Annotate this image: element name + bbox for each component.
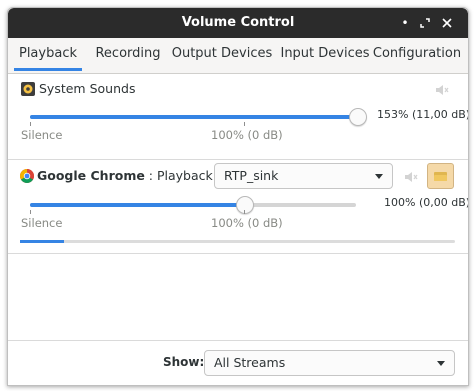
stream-separator: : Playback [144,168,217,183]
titlebar: Volume Control • [8,8,468,38]
volume-slider-fill [30,203,244,207]
close-button[interactable] [439,15,455,31]
tab-input-devices[interactable]: Input Devices [276,38,374,71]
scale-min-label: Silence [21,216,63,230]
mute-icon[interactable] [435,83,449,97]
tab-bar: Playback Recording Output Devices Input … [8,38,468,74]
system-sounds-icon [21,82,35,96]
chevron-down-icon [437,361,445,366]
close-icon [442,18,452,28]
scale-mid-label: 100% (0 dB) [211,128,283,142]
output-device-value: RTP_sink [224,168,279,183]
show-filter-select[interactable]: All Streams [204,350,455,376]
stream-title: Google Chrome : Playback on [37,168,232,183]
scale-tick-min [30,122,31,126]
scale-min-label: Silence [21,128,63,142]
footer-bar: Show: All Streams [8,340,468,385]
scale-tick-100 [243,122,245,126]
tab-playback[interactable]: Playback [14,38,82,71]
volume-slider-fill [30,115,357,119]
volume-slider-handle[interactable] [235,196,254,214]
volume-slider-handle[interactable] [349,108,367,126]
maximize-icon [420,18,430,28]
volume-readout: 100% (0,00 dB) [384,196,469,209]
volume-readout: 153% (11,00 dB) [377,108,469,121]
output-device-select[interactable]: RTP_sink [214,163,393,189]
minimize-button[interactable]: • [397,15,413,31]
show-label: Show: [163,355,205,369]
stream-name: System Sounds [39,81,136,96]
volume-control-window: Volume Control • Playback Recording Outp… [7,7,469,386]
tab-recording[interactable]: Recording [90,38,166,71]
show-filter-value: All Streams [214,355,286,370]
level-meter-track [20,240,455,243]
scale-tick-100 [243,210,245,214]
stream-name: Google Chrome [37,168,145,183]
tab-output-devices[interactable]: Output Devices [171,38,273,71]
mute-icon[interactable] [404,170,418,184]
maximize-button[interactable] [417,15,433,31]
scale-mid-label: 100% (0 dB) [211,216,283,230]
chevron-down-icon [375,174,383,179]
lock-icon [434,172,447,181]
chrome-icon [20,169,34,183]
separator [8,253,468,254]
minimize-icon: • [401,16,409,30]
scale-tick-min [30,210,31,214]
lock-channels-button[interactable] [427,163,454,189]
tab-configuration[interactable]: Configuration [370,38,464,71]
level-meter-fill [20,240,64,243]
separator [8,159,468,160]
